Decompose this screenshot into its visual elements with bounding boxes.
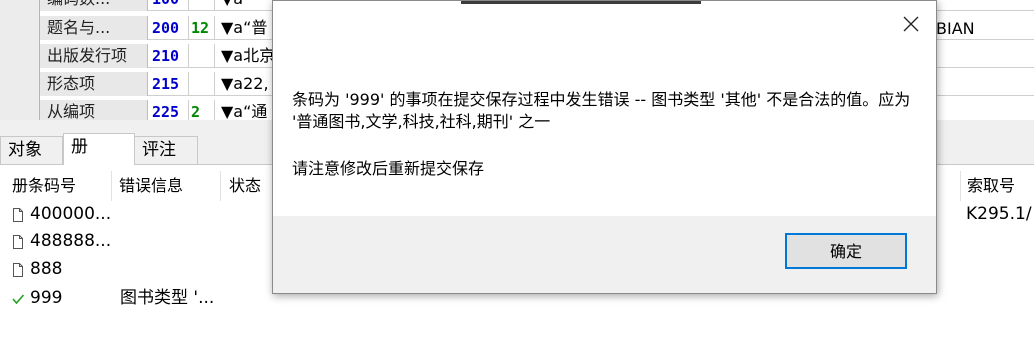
column-header-barcode[interactable]: 册条码号 bbox=[6, 171, 112, 201]
item-barcode: 999 bbox=[30, 288, 63, 308]
item-barcode: 400000... bbox=[30, 204, 112, 224]
dialog-note: 请注意修改后重新提交保存 bbox=[292, 159, 485, 178]
marc-field-indicator: 12 bbox=[188, 16, 214, 40]
tab-items[interactable]: 册 bbox=[63, 133, 135, 165]
document-icon bbox=[11, 201, 29, 228]
item-callno: K295.1/ bbox=[966, 204, 1032, 224]
marc-field-tag: 210 bbox=[152, 47, 180, 65]
marc-field-name: 从编项 bbox=[40, 100, 148, 120]
document-icon bbox=[11, 228, 29, 255]
marc-field-overflow-text: BIAN bbox=[936, 19, 975, 38]
ok-button[interactable]: 确定 bbox=[785, 233, 907, 269]
item-barcode: 488888... bbox=[30, 231, 112, 251]
tab-comments[interactable]: 评注 bbox=[134, 136, 198, 164]
marc-field-name: 题名与... bbox=[40, 16, 148, 40]
marc-field-indicator: 2 bbox=[188, 100, 214, 120]
item-error: 图书类型 '... bbox=[120, 288, 215, 308]
marc-field-indicator bbox=[188, 44, 214, 68]
column-header-callno[interactable]: 索取号 bbox=[960, 171, 1034, 201]
marc-field-name: 编码数... bbox=[40, 0, 148, 11]
close-icon[interactable] bbox=[898, 11, 924, 37]
document-icon bbox=[11, 256, 29, 283]
tab-objects[interactable]: 对象 bbox=[0, 136, 63, 164]
app-window: 编码数... 100 ▼a 题名与... 200 12 ▼a“普 出版发行项 2… bbox=[0, 0, 1034, 355]
dialog-message: 条码为 '999' 的事项在提交保存过程中发生错误 -- 图书类型 '其他' 不… bbox=[292, 90, 911, 131]
dialog-title-edge bbox=[461, 1, 701, 4]
marc-field-tag: 215 bbox=[152, 75, 180, 93]
marc-field-indicator bbox=[188, 72, 214, 96]
dialog-footer: 确定 bbox=[273, 216, 936, 293]
marc-field-name: 形态项 bbox=[40, 72, 148, 96]
column-header-error[interactable]: 错误信息 bbox=[113, 171, 221, 201]
marc-field-tag: 200 bbox=[152, 19, 180, 37]
marc-field-name: 出版发行项 bbox=[40, 44, 148, 68]
marc-gutter bbox=[0, 0, 40, 120]
marc-field-tag: 100 bbox=[150, 0, 188, 11]
error-dialog: 条码为 '999' 的事项在提交保存过程中发生错误 -- 图书类型 '其他' 不… bbox=[272, 0, 937, 294]
item-barcode: 888 bbox=[30, 259, 63, 279]
check-icon bbox=[11, 285, 29, 312]
marc-field-indicator bbox=[188, 0, 214, 11]
marc-field-tag: 225 bbox=[152, 103, 180, 120]
